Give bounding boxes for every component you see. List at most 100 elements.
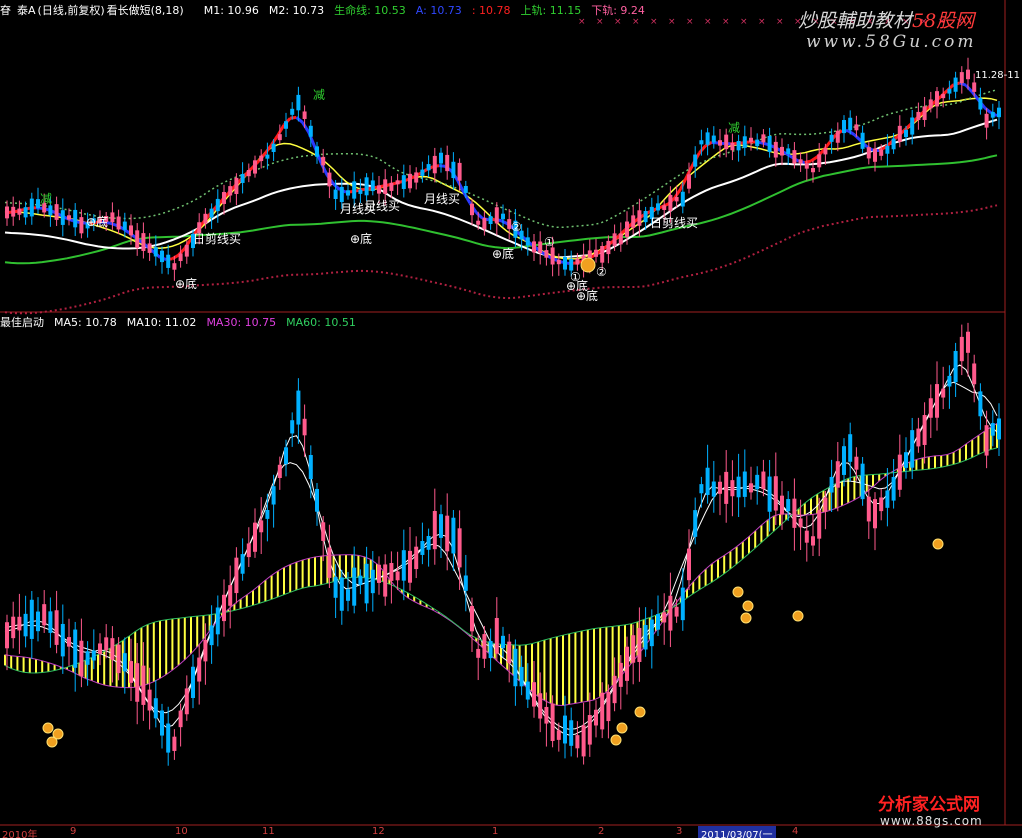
indicator-candle bbox=[693, 510, 698, 537]
price-candle bbox=[556, 259, 561, 265]
price-candle bbox=[910, 117, 915, 135]
price-candle bbox=[209, 208, 214, 218]
indicator-candle bbox=[234, 557, 239, 594]
trend-line-segment bbox=[109, 221, 118, 227]
indicator-candle bbox=[284, 447, 288, 465]
indicator-candle bbox=[333, 577, 338, 598]
price-candle bbox=[414, 172, 419, 183]
price-candle bbox=[389, 182, 394, 191]
price-candle bbox=[972, 82, 977, 92]
price-candle bbox=[377, 185, 381, 194]
indicator-candle bbox=[215, 607, 220, 635]
indicator-candle bbox=[730, 480, 735, 497]
price-candle bbox=[842, 120, 846, 134]
price-candle bbox=[984, 113, 989, 128]
watermark-top-url: www.58Gu.com bbox=[806, 32, 977, 52]
price-candle bbox=[978, 98, 983, 110]
trend-line-segment bbox=[295, 116, 304, 124]
price-candle bbox=[798, 159, 803, 164]
signal-circle: ① bbox=[570, 270, 581, 284]
price-candle bbox=[110, 212, 115, 223]
trend-line-segment bbox=[171, 253, 180, 261]
price-candle bbox=[5, 206, 9, 219]
price-candle bbox=[253, 160, 257, 174]
indicator-candle bbox=[699, 484, 704, 494]
top-x-mark: × bbox=[704, 17, 712, 27]
price-candle bbox=[153, 247, 158, 257]
indicator-candle bbox=[191, 666, 195, 698]
indicator-candle bbox=[848, 434, 853, 462]
price-candle bbox=[532, 241, 536, 253]
trend-line-segment bbox=[853, 133, 862, 142]
price-candle bbox=[339, 186, 344, 203]
top-x-mark: × bbox=[668, 17, 676, 27]
signal-jian: 减 bbox=[313, 88, 325, 102]
indicator-candle bbox=[947, 375, 952, 387]
indicator-candle bbox=[922, 415, 927, 445]
indicator-candle bbox=[370, 569, 375, 594]
price-candle bbox=[563, 256, 567, 270]
indicator-candle bbox=[513, 648, 518, 687]
price-candle bbox=[17, 208, 22, 215]
price-candle bbox=[730, 142, 735, 151]
indicator-candle bbox=[358, 575, 363, 585]
indicator-candle bbox=[736, 476, 741, 498]
indicator-candle bbox=[742, 471, 747, 497]
price-candle bbox=[172, 263, 177, 270]
indicator-candle bbox=[401, 550, 406, 581]
indicator-candle bbox=[705, 467, 710, 495]
indicator-candle bbox=[457, 528, 462, 568]
price-candle bbox=[767, 135, 772, 152]
buy-ball-icon bbox=[580, 257, 596, 273]
indicator-candle bbox=[755, 474, 760, 490]
price-candle bbox=[835, 130, 840, 143]
indicator-candle bbox=[631, 635, 636, 663]
indicator-candle bbox=[315, 488, 319, 512]
price-candle bbox=[215, 198, 220, 212]
price-candle bbox=[575, 258, 580, 265]
indicator-candle bbox=[767, 476, 772, 512]
indicator-candle bbox=[817, 510, 822, 539]
indicator-candle bbox=[253, 522, 257, 552]
indicator-candle bbox=[352, 567, 357, 606]
trend-line-segment bbox=[270, 134, 280, 146]
indicator-candle bbox=[594, 709, 598, 726]
price-candle bbox=[773, 141, 778, 158]
indicator-candle bbox=[5, 622, 9, 649]
price-candle bbox=[674, 196, 679, 202]
indicator-candle bbox=[656, 614, 660, 630]
trend-line-segment bbox=[500, 219, 508, 226]
indicator-candle bbox=[984, 425, 989, 456]
indicator-candle bbox=[54, 610, 59, 645]
indicator-candle bbox=[153, 698, 158, 719]
indicator-candle bbox=[891, 476, 896, 501]
price-candle bbox=[780, 146, 784, 156]
price-candle bbox=[296, 94, 301, 111]
price-candle bbox=[178, 253, 183, 262]
indicator-candle bbox=[36, 611, 40, 632]
price-candle bbox=[259, 155, 264, 162]
indicator-candle bbox=[823, 497, 828, 512]
indicator-candle bbox=[339, 577, 344, 611]
indicator-candle bbox=[166, 723, 171, 753]
price-candle bbox=[426, 164, 431, 171]
signal-circle: ① bbox=[544, 235, 555, 249]
price-candle bbox=[135, 230, 140, 248]
price-candle bbox=[959, 72, 964, 84]
indicator-candle bbox=[606, 692, 611, 722]
price-candle bbox=[718, 140, 722, 146]
signal-circle: ② bbox=[511, 220, 522, 234]
indicator-candle bbox=[829, 476, 834, 493]
price-candle bbox=[290, 108, 295, 115]
indicator-candle bbox=[476, 648, 481, 658]
buy-ball-icon bbox=[742, 600, 754, 612]
price-candle bbox=[488, 216, 493, 225]
price-candle bbox=[60, 210, 65, 225]
price-candle bbox=[848, 117, 853, 131]
price-candle bbox=[804, 163, 809, 169]
x-tick: 4 bbox=[792, 826, 799, 837]
indicator-candle bbox=[395, 571, 400, 581]
x-tick: 2 bbox=[598, 826, 605, 837]
price-candle bbox=[401, 175, 406, 189]
chart-window: { "header_main": { "stock_code": "眘", "s… bbox=[0, 0, 1022, 838]
